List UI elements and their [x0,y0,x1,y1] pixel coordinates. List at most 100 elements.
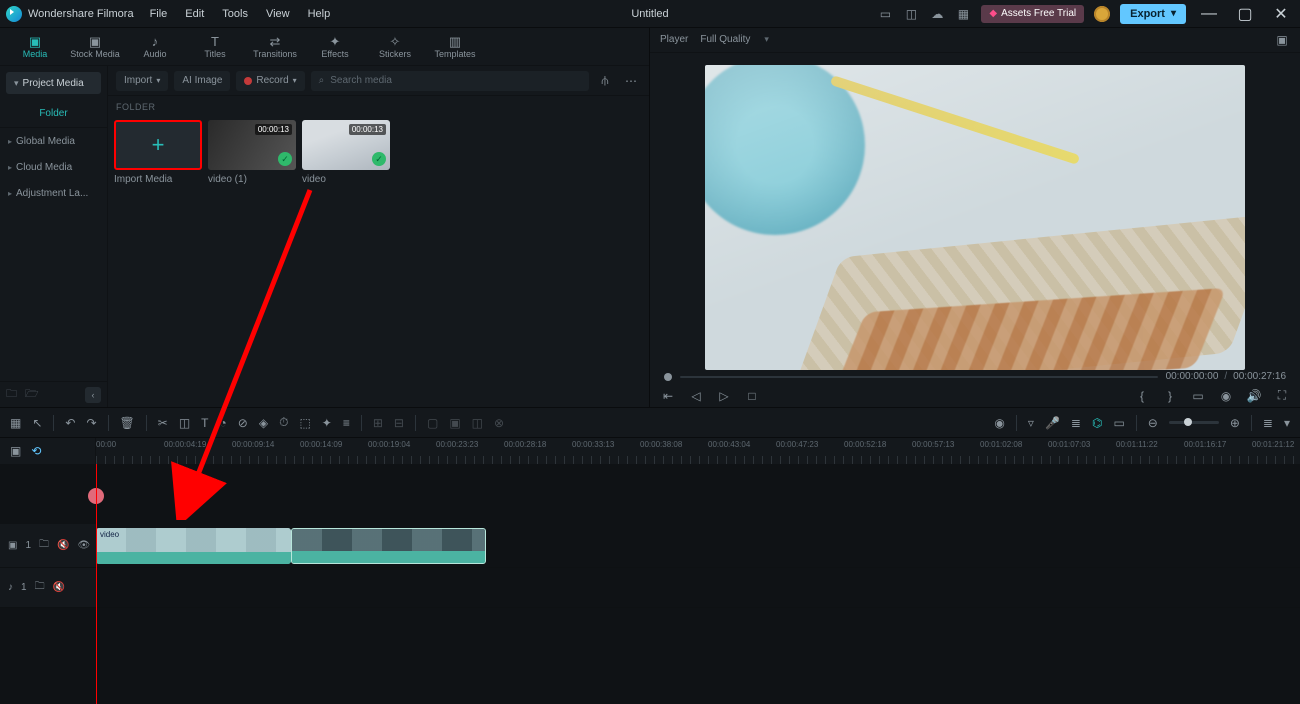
tool-b-icon[interactable]: ▣ [449,416,460,430]
import-dropdown[interactable]: Import▾ [116,71,168,91]
prev-frame-icon[interactable]: ⇤ [660,389,676,403]
close-button[interactable]: ✕ [1268,3,1294,25]
zoom-out-icon[interactable]: ⊖ [1148,416,1158,430]
collapse-sidebar-button[interactable]: ‹ [85,387,101,403]
new-folder-icon[interactable]: 🗀 [6,385,17,404]
split-icon[interactable]: ✂ [158,416,168,430]
coin-icon[interactable] [1094,6,1110,22]
timeline-tracks[interactable]: ▣ 1 🗀 🔇 👁 video [0,464,1300,704]
media-icon[interactable]: ◫ [903,6,919,22]
list-view-icon[interactable]: ≣ [1263,416,1273,430]
menu-help[interactable]: Help [308,8,331,20]
record-dropdown[interactable]: Record▾ [236,71,304,91]
scrub-handle[interactable] [664,373,672,381]
tool-a-icon[interactable]: ▢ [427,416,438,430]
folder-icon[interactable]: 🗁 [25,385,39,404]
export-button[interactable]: Export ▾ [1120,4,1186,24]
zoom-knob[interactable] [1184,418,1192,426]
undo-icon[interactable]: ↶ [65,416,75,430]
track-link-icon[interactable]: ⟲ [31,444,41,458]
tab-effects[interactable]: ✦Effects [310,30,360,64]
delete-icon[interactable]: 🗑 [120,416,135,430]
display-mode-icon[interactable]: ▭ [1190,389,1206,403]
menu-tools[interactable]: Tools [222,8,248,20]
tab-titles[interactable]: TTitles [190,30,240,64]
sidebar-item-global-media[interactable]: ▸Global Media [0,128,107,154]
menu-view[interactable]: View [266,8,290,20]
mic-icon[interactable]: 🎤 [1045,416,1060,430]
mixer-icon[interactable]: ≣ [1071,416,1081,430]
group-icon[interactable]: ⊞ [373,416,383,430]
crop-icon[interactable]: ◫ [179,416,190,430]
chevron-down-icon[interactable]: ▾ [1284,416,1290,430]
duration-badge: 00:00:13 [349,124,386,135]
search-input[interactable]: ⌕ Search media [311,71,589,91]
render-icon[interactable]: ◉ [994,416,1004,430]
scrub-bar[interactable]: 00:00:00:00 / 00:00:27:16 [650,370,1300,385]
ungroup-icon[interactable]: ⊟ [394,416,404,430]
tool-c-icon[interactable]: ◫ [472,416,483,430]
apps-icon[interactable]: ▦ [955,6,971,22]
speed-circle-icon[interactable]: ◔ [220,416,227,430]
minimize-button[interactable]: — [1196,3,1222,25]
snapshot-icon[interactable]: ▣ [1274,32,1290,48]
cloud-icon[interactable]: ☁ [929,6,945,22]
sidebar-item-cloud-media[interactable]: ▸Cloud Media [0,154,107,180]
redo-icon[interactable]: ↷ [86,416,96,430]
sidebar-item-adjustment-layer[interactable]: ▸Adjustment La... [0,180,107,206]
color-icon[interactable]: ⬚ [299,416,310,430]
stop-icon[interactable]: □ [744,389,760,403]
quality-dropdown[interactable]: Full Quality ▾ [700,34,769,45]
assets-free-trial-badge[interactable]: ◆ Assets Free Trial [981,5,1084,23]
display-icon[interactable]: ▭ [877,6,893,22]
link-icon[interactable]: ⊘ [238,416,248,430]
volume-icon[interactable]: 🔊 [1246,389,1262,403]
project-media-button[interactable]: ▾ Project Media [6,72,101,94]
snap-icon[interactable]: ▭ [1113,416,1124,430]
effects-tool-icon[interactable]: ✦ [322,416,332,430]
tab-audio[interactable]: ♪Audio [130,30,180,64]
tab-transitions[interactable]: ⇄Transitions [250,30,300,64]
zoom-in-icon[interactable]: ⊕ [1230,416,1240,430]
mute-icon[interactable]: 🔇 [57,540,69,551]
tab-stickers[interactable]: ✧Stickers [370,30,420,64]
tab-templates[interactable]: ▥Templates [430,30,480,64]
mark-in-icon[interactable]: { [1134,389,1150,403]
fullscreen-icon[interactable]: ⛶ [1274,388,1290,403]
lock-icon[interactable]: 🗀 [35,579,45,596]
camera-icon[interactable]: ◉ [1218,389,1234,403]
ai-image-button[interactable]: AI Image [174,71,230,91]
zoom-slider[interactable] [1169,421,1219,424]
tab-stock-media[interactable]: ▣Stock Media [70,30,120,64]
play-backward-icon[interactable]: ◁ [688,389,704,403]
play-icon[interactable]: ▷ [716,389,732,403]
tab-media[interactable]: ▣Media [10,30,60,64]
scrub-track[interactable] [680,376,1158,378]
speed-icon[interactable]: ⏱ [279,415,288,430]
magnet-icon[interactable]: ⌬ [1092,416,1102,430]
cursor-icon[interactable]: ↖ [32,416,42,430]
menu-file[interactable]: File [150,8,168,20]
visibility-icon[interactable]: 👁 [77,540,90,551]
mark-out-icon[interactable]: } [1162,389,1178,403]
adjust-icon[interactable]: ≡ [343,416,350,430]
timeline-clip-2[interactable] [291,528,486,564]
tool-d-icon[interactable]: ⊗ [494,416,504,430]
folder-header[interactable]: Folder [0,100,107,128]
menu-edit[interactable]: Edit [185,8,204,20]
lock-icon[interactable]: 🗀 [39,537,49,554]
track-collapse-icon[interactable]: ▣ [10,444,21,458]
grid-icon[interactable]: ▦ [10,416,21,430]
marker-icon[interactable]: ▿ [1028,416,1034,430]
media-thumb-video1[interactable]: 00:00:13✓ video (1) [208,120,296,185]
filter-icon[interactable]: ⫛ [595,71,615,91]
media-thumb-video2[interactable]: 00:00:13✓ video [302,120,390,185]
timeline-clip-1[interactable]: video [96,528,291,564]
import-media-tile[interactable]: + Import Media [114,120,202,185]
more-icon[interactable]: ⋯ [621,71,641,91]
keyframe-icon[interactable]: ◈ [259,416,268,430]
mute-icon[interactable]: 🔇 [53,582,65,593]
timeline-ruler[interactable]: ▣ ⟲ 00:0000:00:04:1900:00:09:1400:00:14:… [0,438,1300,464]
text-tool-icon[interactable]: T [201,416,208,430]
maximize-button[interactable]: ▢ [1232,3,1258,25]
